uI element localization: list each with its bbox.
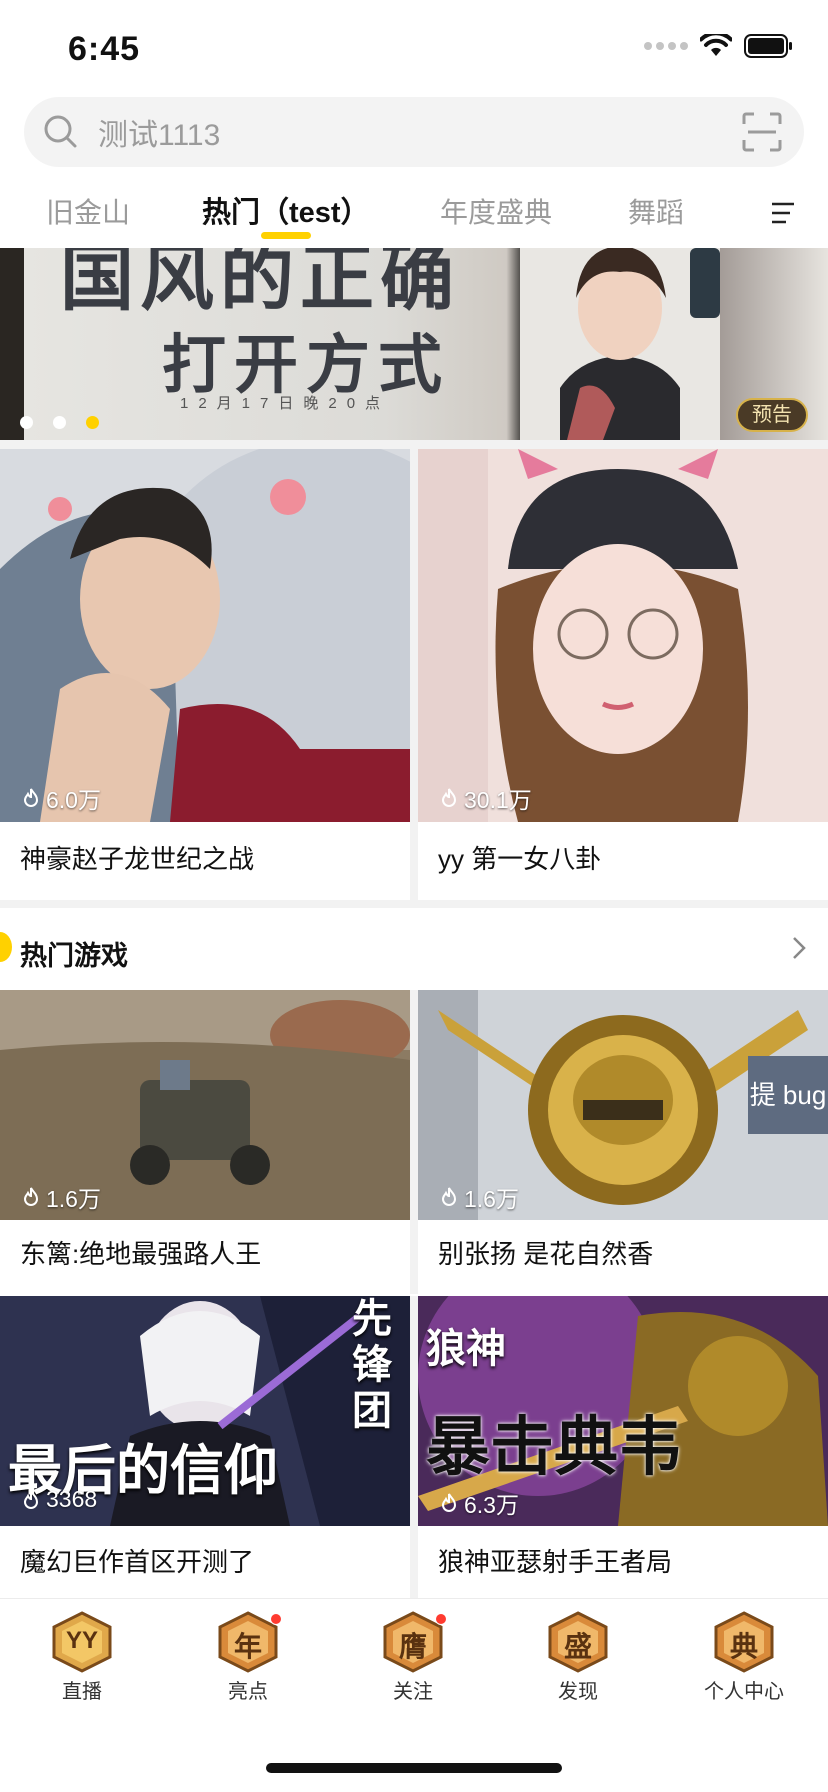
section-marker [0, 932, 12, 962]
yy-icon: YY [50, 1611, 114, 1673]
heat-value: 6.0万 [46, 787, 101, 813]
divider [0, 440, 828, 449]
game-card[interactable]: 狼神 暴击典韦 6.3万 狼神亚瑟射手王者局 [418, 1296, 828, 1602]
nav-icon-text: 年 [233, 1631, 262, 1662]
wifi-icon [700, 34, 732, 56]
viewer-count: 3368 [20, 1486, 97, 1513]
nav-label: 发现 [558, 1681, 598, 1703]
nav-icon-text: 盛 [563, 1631, 592, 1662]
gala-icon: 盛 [546, 1611, 610, 1673]
divider [0, 900, 828, 908]
signal-icon [644, 42, 688, 50]
status-time: 6:45 [68, 30, 141, 68]
heat-value: 1.6万 [464, 1186, 519, 1212]
scan-icon[interactable] [742, 112, 782, 152]
game-card[interactable]: 1.6万 别张扬 是花自然香 [418, 990, 828, 1294]
nav-following[interactable]: 膺 关注 [358, 1611, 468, 1721]
heat-value: 1.6万 [46, 1186, 101, 1212]
nav-live[interactable]: YY 直播 [27, 1611, 137, 1721]
chevron-right-icon[interactable] [790, 936, 808, 960]
live-thumbnail [418, 449, 828, 822]
report-bug-button[interactable]: 提 bug [748, 1056, 828, 1134]
game-title: 狼神亚瑟射手王者局 [438, 1547, 673, 1577]
flame-icon [23, 1490, 39, 1509]
banner-pagination [20, 416, 99, 429]
nav-label: 直播 [62, 1681, 102, 1703]
pagination-dot-active[interactable] [86, 416, 99, 429]
menu-icon[interactable] [770, 200, 796, 226]
flame-icon [441, 1493, 457, 1512]
banner-host-portrait [520, 248, 720, 440]
nav-highlights[interactable]: 年 亮点 [193, 1611, 303, 1721]
live-card[interactable]: 30.1万 yy 第一女八卦 [418, 449, 828, 900]
game-title: 魔幻巨作首区开测了 [20, 1547, 255, 1577]
divider [410, 990, 418, 1294]
flame-icon [441, 1187, 457, 1206]
search-icon [44, 115, 77, 148]
banner-previous-slide-edge [0, 248, 24, 440]
tab-san-francisco[interactable]: 旧金山 [46, 188, 130, 238]
home-indicator[interactable] [266, 1763, 562, 1773]
tab-dance[interactable]: 舞蹈 [628, 188, 684, 238]
heat-value: 3368 [46, 1486, 98, 1512]
flame-icon [23, 1187, 39, 1206]
live-title: 神豪赵子龙世纪之战 [20, 844, 255, 874]
viewer-count: 6.0万 [20, 781, 101, 815]
status-icons [644, 34, 794, 58]
flame-icon [23, 788, 39, 807]
game-title: 东篱:绝地最强路人王 [20, 1239, 262, 1269]
nav-label: 个人中心 [704, 1681, 784, 1703]
tab-annual-gala[interactable]: 年度盛典 [440, 188, 552, 238]
thumbnail-main-caption: 暴击典韦 [426, 1410, 682, 1485]
search-input[interactable]: 测试1113 [98, 110, 742, 154]
status-bar: 6:45 [0, 0, 828, 96]
nav-icon-text: 典 [729, 1631, 758, 1662]
promo-banner[interactable]: 国风的正确 打开方式 12月17日晚20点 [0, 248, 828, 440]
notification-dot [435, 1613, 447, 1625]
pagination-dot[interactable] [53, 416, 66, 429]
thumbnail-side-caption: 先锋团 [352, 1295, 392, 1434]
banner-date: 12月17日晚20点 [180, 395, 391, 412]
follow-icon: 膺 [381, 1611, 447, 1673]
heat-value: 6.3万 [464, 1492, 519, 1518]
nav-profile[interactable]: 典 个人中心 [689, 1611, 799, 1721]
nav-label: 关注 [393, 1681, 433, 1703]
year-icon: 年 [216, 1611, 282, 1673]
game-title: 别张扬 是花自然香 [438, 1239, 654, 1269]
live-thumbnail [0, 449, 410, 822]
notification-dot [270, 1613, 282, 1625]
preview-badge: 预告 [736, 398, 808, 432]
thumbnail-caption: 狼神 [426, 1325, 506, 1372]
viewer-count: 6.3万 [438, 1486, 519, 1520]
battery-icon [744, 34, 792, 58]
nav-label: 亮点 [228, 1681, 268, 1703]
live-title: yy 第一女八卦 [438, 844, 602, 874]
flame-icon [441, 788, 457, 807]
viewer-count: 30.1万 [438, 781, 532, 815]
nav-discover[interactable]: 盛 发现 [523, 1611, 633, 1721]
active-tab-indicator [261, 232, 311, 239]
nav-icon-text: 膺 [398, 1631, 427, 1662]
pagination-dot[interactable] [20, 416, 33, 429]
viewer-count: 1.6万 [438, 1180, 519, 1214]
ceremony-icon: 典 [712, 1611, 776, 1673]
search-bar[interactable]: 测试1113 [24, 97, 804, 167]
heat-value: 30.1万 [464, 787, 532, 813]
divider [410, 449, 418, 900]
hot-games-header[interactable]: 热门游戏 [0, 908, 828, 992]
divider [410, 1296, 418, 1602]
viewer-count: 1.6万 [20, 1180, 101, 1214]
live-card[interactable]: 6.0万 神豪赵子龙世纪之战 [0, 449, 410, 900]
nav-icon-text: YY [65, 1627, 98, 1654]
game-card[interactable]: 最后的信仰 先锋团 3368 魔幻巨作首区开测了 [0, 1296, 410, 1602]
tab-hot[interactable]: 热门（test） [202, 188, 370, 238]
section-title: 热门游戏 [20, 941, 128, 971]
category-tabs: 旧金山 热门（test） 年度盛典 舞蹈 [0, 188, 828, 244]
game-card[interactable]: 1.6万 东篱:绝地最强路人王 [0, 990, 410, 1294]
